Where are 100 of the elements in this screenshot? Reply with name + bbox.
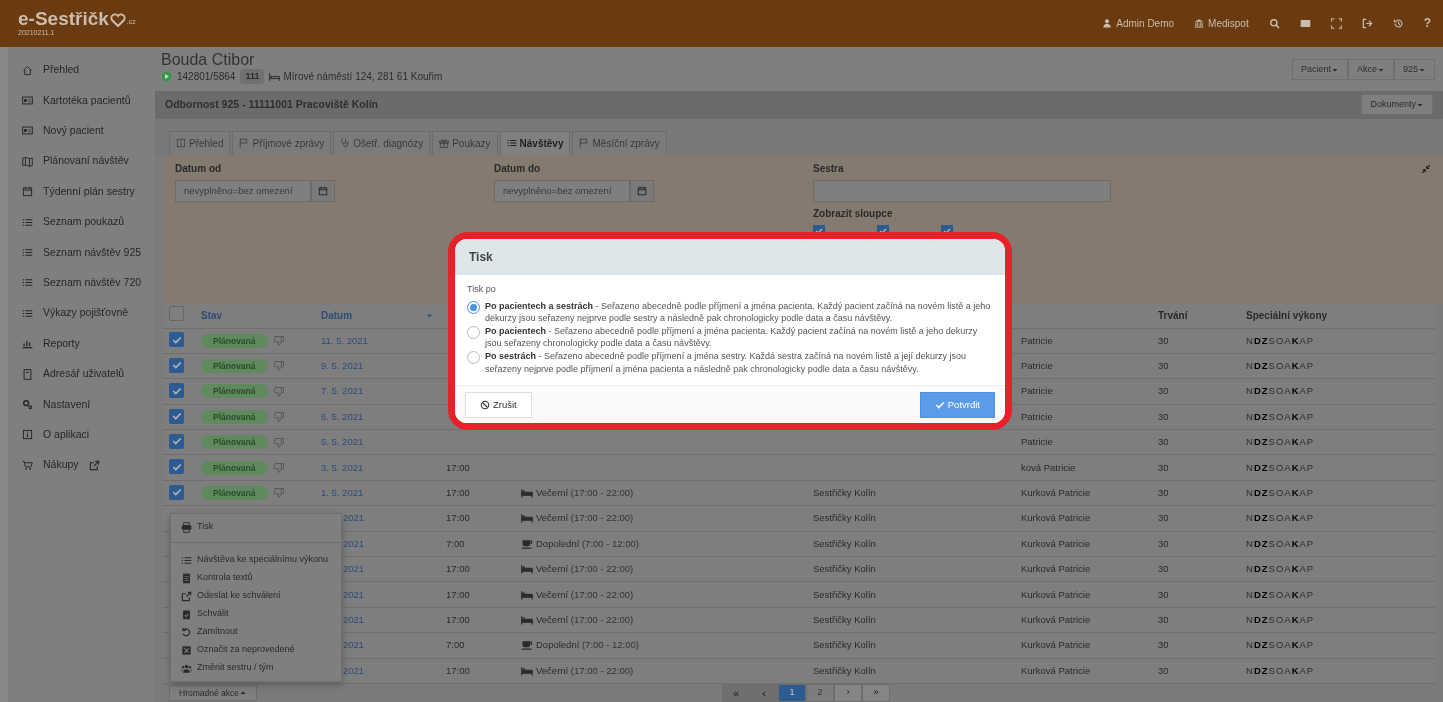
help-link[interactable]: ? — [1423, 14, 1431, 33]
menu-item[interactable]: Kontrola textů — [171, 569, 341, 587]
service-letter[interactable]: O — [1275, 333, 1285, 348]
page-link[interactable]: » — [862, 684, 890, 702]
service-letter[interactable]: S — [1268, 562, 1276, 577]
service-letter[interactable]: D — [1253, 536, 1262, 551]
page-link[interactable]: 2 — [806, 684, 834, 702]
date-link[interactable]: 7. 5. 2021 — [321, 385, 364, 397]
service-letter[interactable]: A — [1299, 638, 1307, 653]
service-letter[interactable]: A — [1284, 409, 1292, 424]
calendar-button[interactable] — [311, 179, 335, 202]
checkbox[interactable] — [169, 357, 184, 373]
service-letter[interactable]: D — [1253, 435, 1262, 450]
service-letter[interactable]: A — [1299, 511, 1307, 526]
service-letter[interactable]: D — [1253, 333, 1262, 348]
envelope-icon[interactable] — [1299, 17, 1311, 29]
service-letter[interactable]: K — [1291, 435, 1300, 450]
service-letter[interactable]: K — [1291, 409, 1300, 424]
service-letter[interactable]: A — [1299, 435, 1307, 450]
service-letter[interactable]: N — [1246, 511, 1254, 526]
service-letter[interactable]: P — [1306, 485, 1315, 501]
service-letter[interactable]: Z — [1261, 562, 1269, 577]
menu-item[interactable]: Odeslat ke schválení — [171, 587, 341, 605]
service-letter[interactable]: A — [1284, 460, 1292, 475]
service-letter[interactable]: A — [1299, 460, 1307, 475]
service-letter[interactable]: K — [1291, 638, 1300, 653]
menu-item[interactable]: Schválit — [171, 605, 341, 623]
service-letter[interactable]: P — [1306, 384, 1315, 399]
sidebar-item[interactable]: Reporty — [8, 328, 155, 359]
sidebar-item[interactable]: Nákupy — [8, 450, 155, 481]
service-letter[interactable]: K — [1291, 536, 1300, 551]
service-letter[interactable]: Z — [1261, 612, 1269, 628]
bulk-actions-button[interactable]: Hromadné akce — [169, 684, 257, 702]
tab[interactable]: Přehled — [169, 130, 231, 155]
user-menu[interactable]: Admin Demo — [1102, 15, 1175, 31]
service-letter[interactable]: Z — [1261, 435, 1269, 450]
service-letter[interactable]: S — [1268, 435, 1276, 450]
service-letter[interactable]: A — [1299, 333, 1307, 348]
service-letter[interactable]: D — [1253, 562, 1262, 577]
service-letter[interactable]: D — [1253, 587, 1262, 602]
service-letter[interactable]: Z — [1261, 511, 1269, 526]
sidebar-item[interactable]: Seznam návštěv 925 — [8, 237, 155, 268]
service-letter[interactable]: K — [1291, 359, 1300, 374]
service-letter[interactable]: S — [1268, 536, 1276, 551]
menu-item[interactable]: Označit za neprovedené — [171, 641, 341, 659]
service-letter[interactable]: O — [1275, 612, 1285, 628]
service-letter[interactable]: A — [1284, 663, 1292, 678]
sidebar-item[interactable]: O aplikaci — [8, 419, 155, 450]
tab[interactable]: Měsíční zprávy — [572, 130, 667, 155]
checkbox[interactable] — [169, 408, 184, 424]
service-letter[interactable]: A — [1299, 612, 1307, 628]
sidebar-item[interactable]: Přehled — [8, 54, 155, 86]
service-letter[interactable]: A — [1299, 562, 1307, 577]
sidebar-item[interactable]: Seznam návštěv 720 — [8, 267, 155, 299]
service-letter[interactable]: S — [1268, 384, 1276, 399]
sidebar-item[interactable]: Výkazy pojišťovně — [8, 298, 155, 329]
calendar-button[interactable] — [630, 179, 654, 202]
dropdown-button[interactable]: Akce — [1347, 58, 1394, 81]
page-link[interactable]: 1 — [778, 684, 806, 702]
service-letter[interactable]: P — [1306, 562, 1315, 577]
date-link[interactable]: 5. 5. 2021 — [321, 436, 364, 448]
service-letter[interactable]: A — [1284, 562, 1292, 577]
service-letter[interactable]: P — [1306, 612, 1315, 628]
service-letter[interactable]: O — [1275, 435, 1285, 450]
service-letter[interactable]: N — [1246, 333, 1254, 348]
checkbox[interactable] — [169, 484, 184, 500]
service-letter[interactable]: D — [1253, 460, 1262, 475]
service-letter[interactable]: D — [1253, 612, 1262, 628]
sidebar-item[interactable]: Nastavení — [8, 389, 155, 420]
date-link[interactable]: 6. 5. 2021 — [321, 410, 364, 422]
service-letter[interactable]: O — [1275, 663, 1285, 678]
date-link[interactable]: 3. 5. 2021 — [321, 461, 364, 473]
service-letter[interactable]: D — [1253, 384, 1262, 399]
menu-item[interactable]: Návštěva ke speciálnímu výkonu — [171, 551, 341, 569]
service-letter[interactable]: K — [1291, 460, 1300, 475]
logout-icon[interactable] — [1361, 17, 1373, 29]
service-letter[interactable]: D — [1253, 663, 1262, 678]
service-letter[interactable]: O — [1275, 485, 1285, 501]
service-letter[interactable]: A — [1284, 638, 1292, 653]
menu-item[interactable]: Zamítnout — [171, 623, 341, 641]
service-letter[interactable]: P — [1306, 333, 1315, 348]
service-letter[interactable]: A — [1284, 485, 1292, 501]
sidebar-item[interactable]: Plánovaní návštěv — [8, 146, 155, 177]
sidebar-item[interactable]: Kartotéka pacientů — [8, 85, 155, 116]
checkbox[interactable] — [169, 332, 184, 348]
dropdown-button[interactable]: 925 — [1393, 58, 1435, 81]
dropdown-button[interactable]: Pacient — [1291, 58, 1348, 81]
date-link[interactable]: 1. 5. 2021 — [321, 486, 364, 498]
fullscreen-icon[interactable] — [1330, 17, 1342, 29]
service-letter[interactable]: A — [1284, 587, 1292, 602]
service-letter[interactable]: S — [1268, 485, 1276, 501]
service-letter[interactable]: N — [1246, 435, 1254, 450]
service-letter[interactable]: A — [1284, 536, 1292, 551]
cancel-button[interactable]: Zrušit — [465, 392, 532, 419]
service-letter[interactable]: A — [1299, 359, 1307, 374]
service-letter[interactable]: Z — [1261, 638, 1269, 653]
service-letter[interactable]: O — [1275, 460, 1285, 475]
service-letter[interactable]: P — [1306, 638, 1315, 653]
service-letter[interactable]: N — [1246, 587, 1254, 602]
service-letter[interactable]: S — [1268, 587, 1276, 602]
